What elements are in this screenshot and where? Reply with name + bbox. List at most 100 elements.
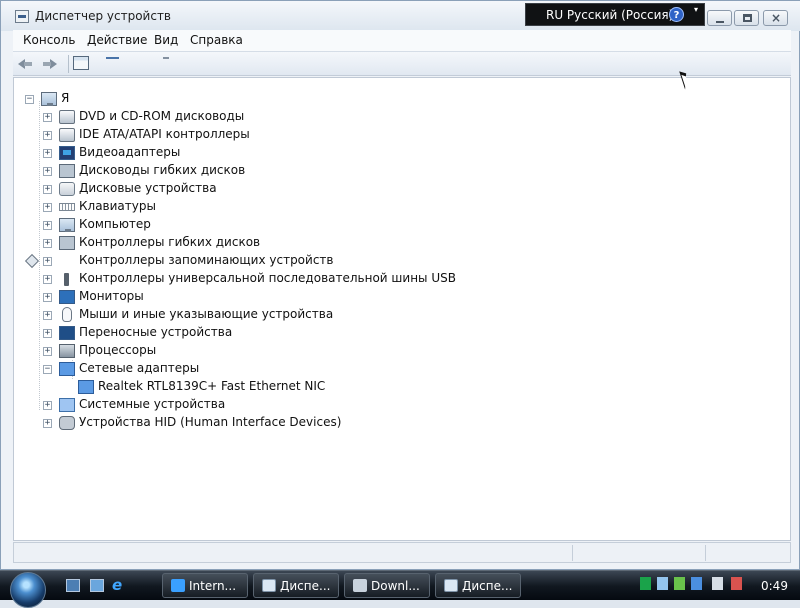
display-adapter-icon [59,146,75,160]
network-card-icon [78,380,94,394]
menu-view[interactable]: Вид [154,33,178,47]
portable-expand-icon[interactable]: + [43,329,52,338]
toolbar-separator [68,55,69,73]
taskbar-button-label: Downl... [371,579,420,593]
tree-row-video[interactable]: + Видеоадаптеры [24,145,664,163]
device-manager-icon [15,10,29,23]
floppy-drives-expand-icon[interactable]: + [43,167,52,176]
tree-row-computer[interactable]: + Компьютер [24,217,664,235]
tree-row-mice[interactable]: + Мыши и иные указывающие устройства [24,307,664,325]
taskbar-button-device-manager-2[interactable]: Диспе... [435,573,521,598]
taskbar-button-downloads[interactable]: Downl... [344,573,430,598]
toolbar-partial-mark [163,57,169,59]
toolbar-partial-icon[interactable] [106,57,119,59]
tree-row-floppy-controllers[interactable]: + Контроллеры гибких дисков [24,235,664,253]
switch-windows-icon[interactable] [90,579,104,592]
storage-controllers-expand-icon[interactable]: + [43,257,52,266]
device-tree-pane[interactable]: − Я + DVD и CD-ROM дисководы + IDE ATA/A… [13,77,791,541]
tree-row-disks[interactable]: + Дисковые устройства [24,181,664,199]
tree-row-storage-controllers[interactable]: + Контроллеры запоминающих устройств [24,253,664,271]
show-desktop-icon[interactable] [66,579,80,592]
computer-label: Компьютер [79,217,151,231]
menu-console[interactable]: Консоль [23,33,75,47]
ide-expand-icon[interactable]: + [43,131,52,140]
system-device-icon [59,398,75,412]
internet-explorer-icon[interactable]: e [112,578,126,593]
forward-arrow-icon[interactable] [41,56,59,72]
tree-row-dvd[interactable]: + DVD и CD-ROM дисководы [24,109,664,127]
tree-row-monitors[interactable]: + Мониторы [24,289,664,307]
tray-status-icon[interactable] [640,577,651,590]
minimize-button[interactable] [707,10,732,26]
close-button[interactable]: × [763,10,788,26]
floppy-controllers-label: Контроллеры гибких дисков [79,235,261,249]
storage-controllers-label: Контроллеры запоминающих устройств [79,253,334,267]
maximize-icon [743,14,752,22]
taskbar-button-internet[interactable]: Intern... [162,573,248,598]
computer-icon [59,218,75,232]
monitors-expand-icon[interactable]: + [43,293,52,302]
monitor-tray-icon[interactable] [691,577,702,590]
device-manager-window: Диспетчер устройств RU Русский (Россия) … [0,0,800,570]
toolbar [13,52,791,76]
processor-icon [59,344,75,358]
root-row[interactable]: − Я [24,91,664,109]
tree-row-hid[interactable]: + Устройства HID (Human Interface Device… [24,415,664,433]
security-icon[interactable] [674,577,685,590]
network-connection-icon[interactable] [712,577,723,590]
portable-device-icon [59,326,75,340]
taskbar-button-device-manager-1[interactable]: Диспе... [253,573,339,598]
properties-icon[interactable] [73,56,89,70]
menu-action[interactable]: Действие [87,33,147,47]
dvd-expand-icon[interactable]: + [43,113,52,122]
tree-row-network[interactable]: − Сетевые адаптеры [24,361,664,379]
computer-expand-icon[interactable]: + [43,221,52,230]
mice-expand-icon[interactable]: + [43,311,52,320]
language-options-icon[interactable]: ▾ [694,6,702,14]
processors-label: Процессоры [79,343,157,357]
volume-muted-icon[interactable] [731,577,742,590]
tree-row-realtek[interactable]: Realtek RTL8139C+ Fast Ethernet NIC [24,379,664,397]
back-arrow-icon[interactable] [17,56,35,72]
tree-row-floppy-drives[interactable]: + Дисководы гибких дисков [24,163,664,181]
root-collapse-icon[interactable]: − [25,95,34,104]
system-expand-icon[interactable]: + [43,401,52,410]
processors-expand-icon[interactable]: + [43,347,52,356]
tree-row-usb[interactable]: + Контроллеры универсальной последовател… [24,271,664,289]
network-label: Сетевые адаптеры [79,361,200,375]
disk-drive-icon [59,182,75,196]
usb-expand-icon[interactable]: + [43,275,52,284]
video-expand-icon[interactable]: + [43,149,52,158]
status-divider [572,545,573,561]
taskbar-button-label: Intern... [189,579,237,593]
keyboards-expand-icon[interactable]: + [43,203,52,212]
hid-expand-icon[interactable]: + [43,419,52,428]
tree-row-ide[interactable]: + IDE ATA/ATAPI контроллеры [24,127,664,145]
floppy-controllers-expand-icon[interactable]: + [43,239,52,248]
start-button-icon[interactable] [10,572,46,608]
ide-controller-icon [59,128,75,142]
tree-row-keyboards[interactable]: + Клавиатуры [24,199,664,217]
clock-time[interactable]: 0:49 [761,579,788,593]
menu-help[interactable]: Справка [190,33,243,47]
monitor-icon [59,290,75,304]
disks-label: Дисковые устройства [79,181,217,195]
tree-row-portable[interactable]: + Переносные устройства [24,325,664,343]
disks-expand-icon[interactable]: + [43,185,52,194]
tree-row-system[interactable]: + Системные устройства [24,397,664,415]
network-icon[interactable] [657,577,668,590]
maximize-button[interactable] [734,10,759,26]
help-icon[interactable]: ? [669,7,684,22]
portable-label: Переносные устройства [79,325,233,339]
network-collapse-icon[interactable]: − [43,365,52,374]
language-bar[interactable]: RU Русский (Россия) ? ▾ [525,3,705,26]
status-bar [13,542,791,563]
title-bar[interactable]: Диспетчер устройств RU Русский (Россия) … [1,1,800,31]
taskbar: e Intern... Диспе... Downl... Диспе... 0… [0,570,800,608]
keyboards-label: Клавиатуры [79,199,156,213]
floppy-drive-icon [59,164,75,178]
hid-label: Устройства HID (Human Interface Devices) [79,415,342,429]
usb-icon [64,273,69,286]
tree-row-processors[interactable]: + Процессоры [24,343,664,361]
keyboard-icon [59,203,75,211]
